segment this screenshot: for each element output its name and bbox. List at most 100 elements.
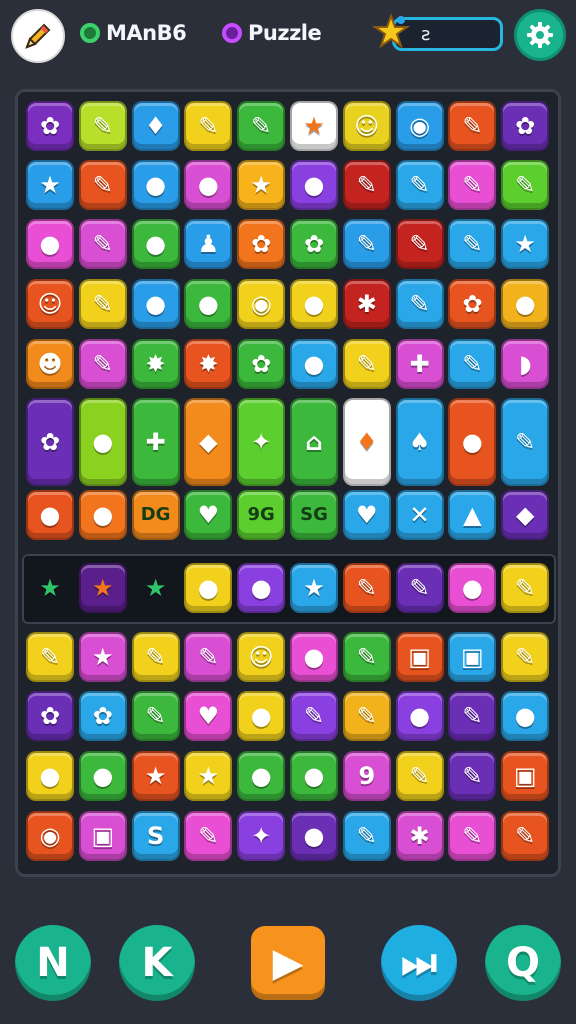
game-tile[interactable]: ★: [78, 563, 127, 613]
mode-label-puzzle[interactable]: Puzzle: [222, 18, 322, 48]
game-tile[interactable]: ✎: [342, 160, 391, 210]
game-tile[interactable]: ♟: [184, 219, 233, 269]
game-tile[interactable]: ★: [290, 101, 338, 151]
game-tile[interactable]: ✎: [26, 632, 74, 682]
game-tile[interactable]: ●: [237, 751, 286, 801]
game-tile[interactable]: ☻: [26, 339, 74, 389]
game-tile[interactable]: ✎: [131, 691, 180, 741]
game-tile[interactable]: ●: [78, 751, 127, 801]
game-tile[interactable]: ★: [501, 219, 550, 269]
game-tile[interactable]: ●: [237, 563, 286, 613]
game-tile[interactable]: ✎: [395, 563, 444, 613]
game-tile[interactable]: ✎: [131, 632, 180, 682]
game-tile[interactable]: ✎: [184, 632, 233, 682]
game-tile[interactable]: ●: [184, 563, 233, 613]
game-tile[interactable]: ●: [290, 160, 338, 210]
game-tile[interactable]: ⌂: [290, 398, 338, 486]
game-tile[interactable]: ✎: [395, 219, 444, 269]
game-tile[interactable]: ◆: [501, 490, 550, 540]
game-tile[interactable]: ◉: [237, 279, 286, 329]
game-tile[interactable]: ✸: [131, 339, 180, 389]
game-tile[interactable]: ✎: [448, 160, 497, 210]
game-tile[interactable]: ●: [448, 398, 497, 486]
settings-button[interactable]: [514, 9, 566, 61]
game-tile[interactable]: ◗: [501, 339, 550, 389]
game-tile[interactable]: ✎: [184, 811, 233, 861]
game-tile[interactable]: ✎: [448, 219, 497, 269]
game-tile[interactable]: ✎: [448, 339, 497, 389]
game-tile[interactable]: ◆: [184, 398, 233, 486]
game-tile[interactable]: ✎: [78, 160, 127, 210]
control-search-button[interactable]: Q: [485, 925, 561, 1001]
game-tile[interactable]: ✿: [501, 101, 550, 151]
game-tile[interactable]: ●: [184, 279, 233, 329]
game-tile[interactable]: ★: [184, 751, 233, 801]
game-tile[interactable]: ✦: [237, 398, 286, 486]
game-tile[interactable]: ●: [237, 691, 286, 741]
game-tile[interactable]: ☺: [342, 101, 391, 151]
game-tile[interactable]: ▣: [78, 811, 127, 861]
game-tile[interactable]: ●: [501, 691, 550, 741]
game-tile[interactable]: ★: [237, 160, 286, 210]
game-tile[interactable]: ●: [131, 160, 180, 210]
control-play-button[interactable]: ▶: [251, 926, 325, 1000]
game-tile[interactable]: ✿: [78, 691, 127, 741]
game-tile[interactable]: ▣: [448, 632, 497, 682]
game-tile[interactable]: ●: [290, 811, 338, 861]
game-tile[interactable]: ●: [131, 279, 180, 329]
game-tile[interactable]: ✎: [448, 101, 497, 151]
game-tile[interactable]: ✚: [395, 339, 444, 389]
game-tile[interactable]: ●: [448, 563, 497, 613]
game-tile[interactable]: ●: [26, 751, 74, 801]
game-tile[interactable]: ✎: [78, 339, 127, 389]
game-tile[interactable]: ✿: [290, 219, 338, 269]
game-tile[interactable]: ☺: [26, 279, 74, 329]
game-tile[interactable]: ♥: [342, 490, 391, 540]
game-tile[interactable]: ♥: [184, 490, 233, 540]
game-tile[interactable]: ●: [131, 219, 180, 269]
game-tile[interactable]: ●: [501, 279, 550, 329]
game-tile[interactable]: SG: [290, 490, 338, 540]
game-tile[interactable]: ♠: [395, 398, 444, 486]
game-tile[interactable]: ✕: [395, 490, 444, 540]
game-tile[interactable]: ✎: [342, 339, 391, 389]
game-tile[interactable]: ✎: [501, 811, 550, 861]
game-tile[interactable]: ●: [290, 632, 338, 682]
game-tile[interactable]: ✱: [342, 279, 391, 329]
game-tile[interactable]: ✿: [237, 219, 286, 269]
game-tile[interactable]: ✎: [342, 563, 391, 613]
game-tile[interactable]: ●: [78, 490, 127, 540]
game-tile[interactable]: ★: [131, 751, 180, 801]
game-tile[interactable]: ✸: [184, 339, 233, 389]
game-tile[interactable]: ✎: [501, 398, 550, 486]
control-k-button[interactable]: K: [119, 925, 195, 1001]
game-tile[interactable]: ★: [290, 563, 338, 613]
game-tile[interactable]: ✎: [78, 279, 127, 329]
game-tile[interactable]: ▣: [501, 751, 550, 801]
game-tile[interactable]: ★: [78, 632, 127, 682]
game-tile[interactable]: 9: [342, 751, 391, 801]
game-tile[interactable]: ▲: [448, 490, 497, 540]
game-tile[interactable]: ●: [395, 691, 444, 741]
game-tile[interactable]: ▣: [395, 632, 444, 682]
game-tile[interactable]: ✚: [131, 398, 180, 486]
game-tile[interactable]: ✎: [395, 751, 444, 801]
game-tile[interactable]: ★: [26, 160, 74, 210]
control-skip-button[interactable]: ⏭: [381, 925, 457, 1001]
game-tile[interactable]: ●: [184, 160, 233, 210]
game-tile[interactable]: ✎: [78, 219, 127, 269]
game-tile[interactable]: ●: [26, 219, 74, 269]
game-tile[interactable]: 9G: [237, 490, 286, 540]
game-tile[interactable]: ●: [290, 279, 338, 329]
game-tile[interactable]: ✎: [290, 691, 338, 741]
game-tile[interactable]: ◉: [395, 101, 444, 151]
game-tile[interactable]: ✎: [501, 160, 550, 210]
game-tile[interactable]: ✎: [342, 811, 391, 861]
game-tile[interactable]: ✿: [26, 101, 74, 151]
game-tile[interactable]: ●: [78, 398, 127, 486]
game-tile[interactable]: ●: [290, 751, 338, 801]
game-tile[interactable]: ✎: [395, 279, 444, 329]
game-tile[interactable]: ☺: [237, 632, 286, 682]
game-tile[interactable]: ✎: [342, 219, 391, 269]
game-tile[interactable]: ✱: [395, 811, 444, 861]
